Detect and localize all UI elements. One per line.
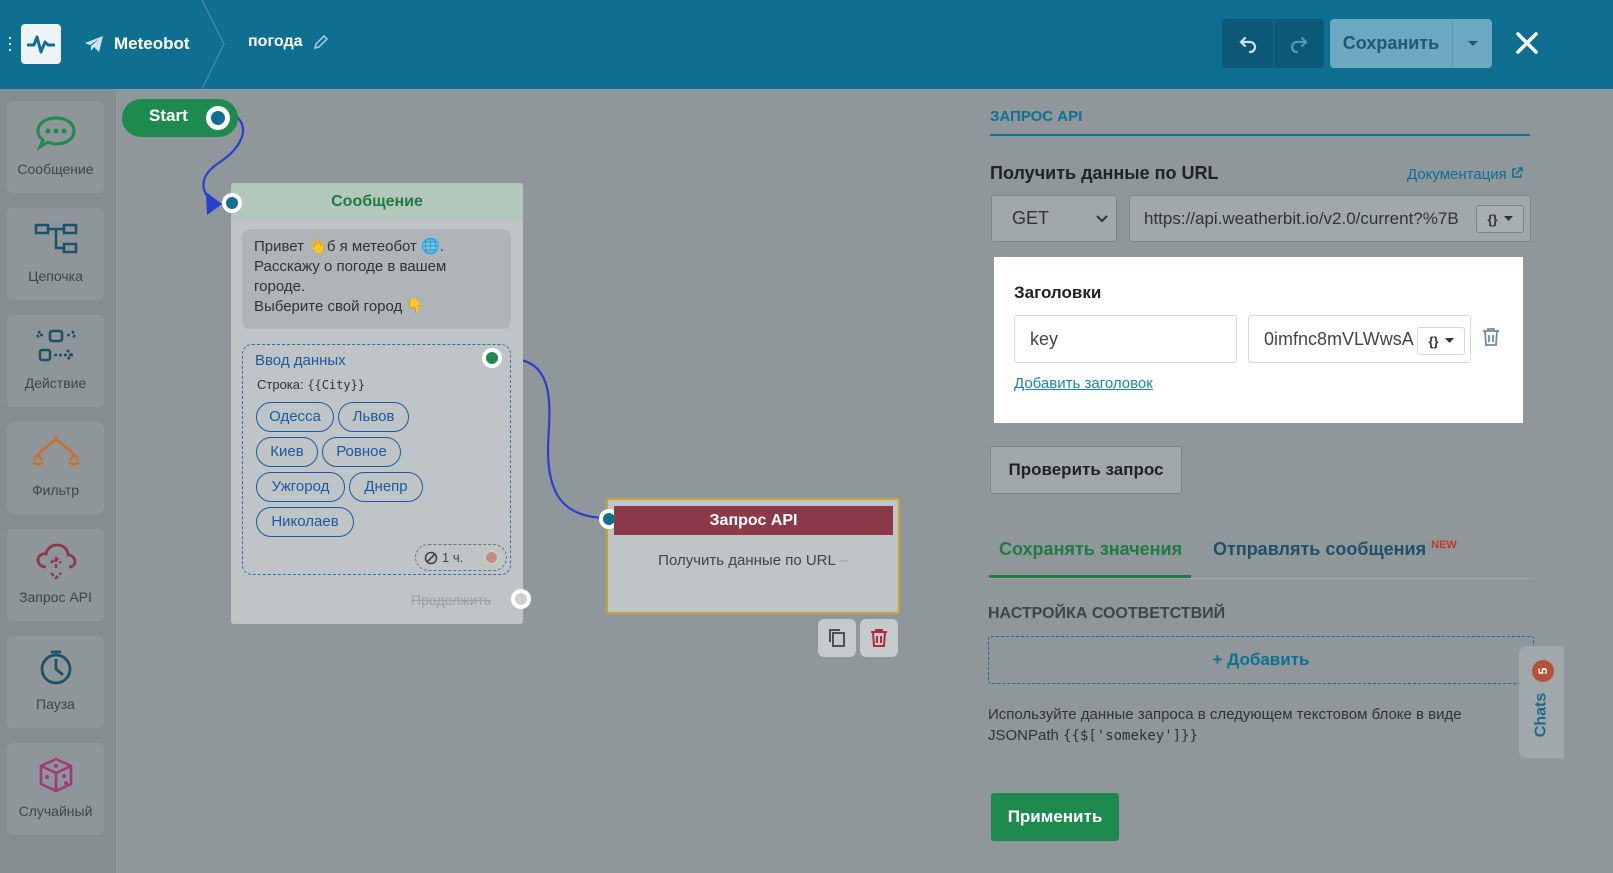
start-output-port[interactable] [206,106,230,130]
message-line: Выберите свой город 👇 [254,298,426,315]
documentation-link[interactable]: Документация [1407,166,1523,183]
caret-down-icon [1503,216,1513,221]
tab-send-messages[interactable]: Отправлять сообщения NEW [1213,539,1457,560]
message-node-title: Сообщение [231,183,523,220]
data-input-block[interactable]: Ввод данных Строка: {{City}} Одесса Льво… [242,344,511,575]
close-icon [1516,32,1538,54]
quick-reply-chip[interactable]: Днепр [349,472,423,502]
block-icon [424,551,438,564]
mapping-title: НАСТРОЙКА СООТВЕТСТВИЙ [988,605,1226,622]
copy-icon [829,629,845,647]
new-badge: NEW [1431,539,1457,551]
chats-count-badge: 5 [1532,660,1554,682]
http-method-select[interactable]: GET [991,195,1117,242]
add-mapping-button[interactable]: + Добавить [988,636,1534,684]
message-node[interactable]: .msg-in::after{} Сообщение Привет 👋б я м… [222,183,531,624]
caret-down-icon [1444,338,1454,343]
header-value-input[interactable]: 0imfnc8mVLWwsA {} [1248,315,1471,363]
history-buttons [1222,19,1324,68]
headers-title: Заголовки [1014,283,1102,302]
message-line: Расскажу о погоде в вашем [254,258,447,275]
api-node-title: Запрос API [614,506,893,535]
trash-icon [871,629,887,647]
data-input-title: Ввод данных [255,352,346,369]
header-key-input[interactable]: key [1014,315,1237,363]
timeout-badge[interactable]: 1 ч. [415,544,507,571]
chevron-down-icon [1096,215,1108,223]
undo-button[interactable] [1222,19,1273,68]
message-line: городе. [254,278,306,295]
api-request-node[interactable]: Запрос API Получить данные по URL – [599,498,900,614]
url-input[interactable]: https://api.weatherbit.io/v2.0/current?%… [1129,195,1531,242]
timeout-output-port[interactable] [484,550,499,565]
redo-icon [1290,36,1308,53]
redo-button[interactable] [1273,19,1324,68]
chats-widget[interactable]: 5 Chats [1519,646,1564,758]
external-link-icon [1512,167,1523,178]
api-node-description: Получить данные по URL – [658,552,848,569]
properties-panel: ЗАПРОС API Получить данные по URL Докуме… [957,89,1613,873]
quick-reply-chip[interactable]: Львов [338,402,409,432]
tabs-divider [989,578,1535,579]
duplicate-node-button[interactable] [818,619,856,657]
connector-arrow [206,192,222,215]
start-label: Start [149,106,188,125]
caret-down-icon [1467,40,1478,46]
insert-variable-button[interactable]: {} [1476,205,1524,233]
panel-title: ЗАПРОС API [990,108,1083,125]
undo-icon [1238,36,1256,53]
start-node[interactable]: Start [122,99,238,137]
url-section-label: Получить данные по URL [990,163,1219,183]
timeout-value: 1 ч. [442,550,464,565]
apply-button[interactable]: Применить [991,793,1119,841]
continue-output-port[interactable] [511,589,531,609]
quick-reply-chip[interactable]: Ровное [322,437,401,467]
connector-input-api [513,357,609,520]
test-request-button[interactable]: Проверить запрос [990,446,1182,494]
message-bubble[interactable]: Привет 👋б я метеобот 🌐. Расскажу о погод… [242,229,511,329]
close-button[interactable] [1510,26,1544,60]
save-options-button[interactable] [1452,19,1492,68]
save-button[interactable]: Сохранить [1330,19,1452,68]
quick-reply-chip[interactable]: Одесса [256,402,334,432]
tab-save-values[interactable]: Сохранять значения [999,539,1182,560]
message-line: Привет 👋б я метеобот 🌐. [254,238,444,255]
quick-reply-chip[interactable]: Ужгород [256,472,345,502]
continue-label: Продолжить [411,592,492,608]
panel-title-underline [990,134,1530,136]
chats-label: Chats [1532,692,1550,738]
quick-reply-chip[interactable]: Киев [256,437,318,467]
message-input-port[interactable]: .msg-in::after{} [222,193,242,213]
active-tab-indicator [989,575,1191,578]
data-input-output-port[interactable] [482,348,502,368]
save-group: Сохранить [1330,19,1492,68]
delete-header-button[interactable] [1482,327,1500,352]
insert-variable-button[interactable]: {} [1417,327,1465,355]
headers-section: Заголовки key 0imfnc8mVLWwsA {} Добавить… [994,257,1523,423]
trash-icon [1483,328,1499,346]
data-input-type: Строка: {{City}} [257,377,366,392]
add-header-link[interactable]: Добавить заголовок [1014,375,1153,392]
delete-node-button[interactable] [860,619,898,657]
jsonpath-hint: Используйте данные запроса в следующем т… [988,706,1462,744]
quick-reply-chip[interactable]: Николаев [256,507,354,537]
